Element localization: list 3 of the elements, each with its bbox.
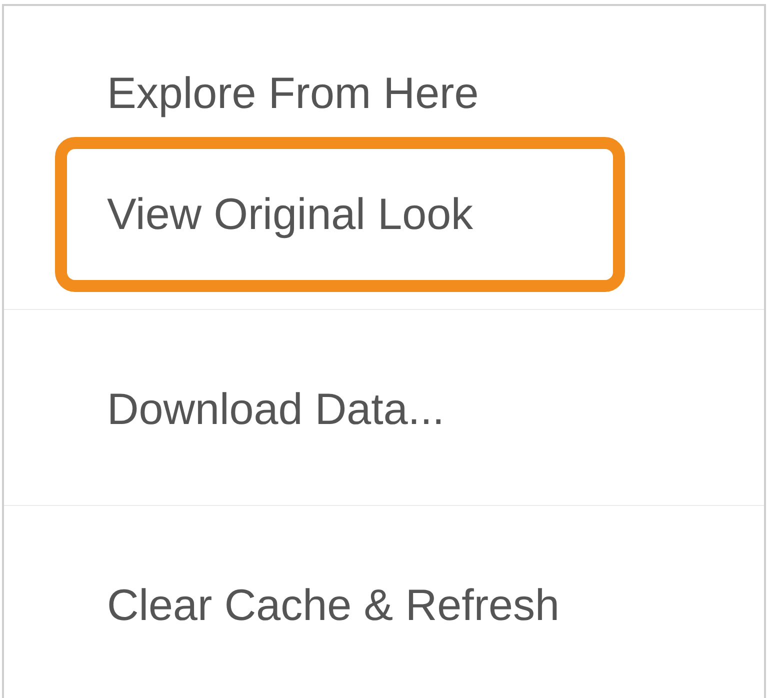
menu-item[interactable]: Clear Cache & Refresh <box>4 546 764 666</box>
menu-item[interactable]: View Original Look <box>55 137 625 292</box>
menu-item[interactable]: Download Data... <box>4 350 764 470</box>
